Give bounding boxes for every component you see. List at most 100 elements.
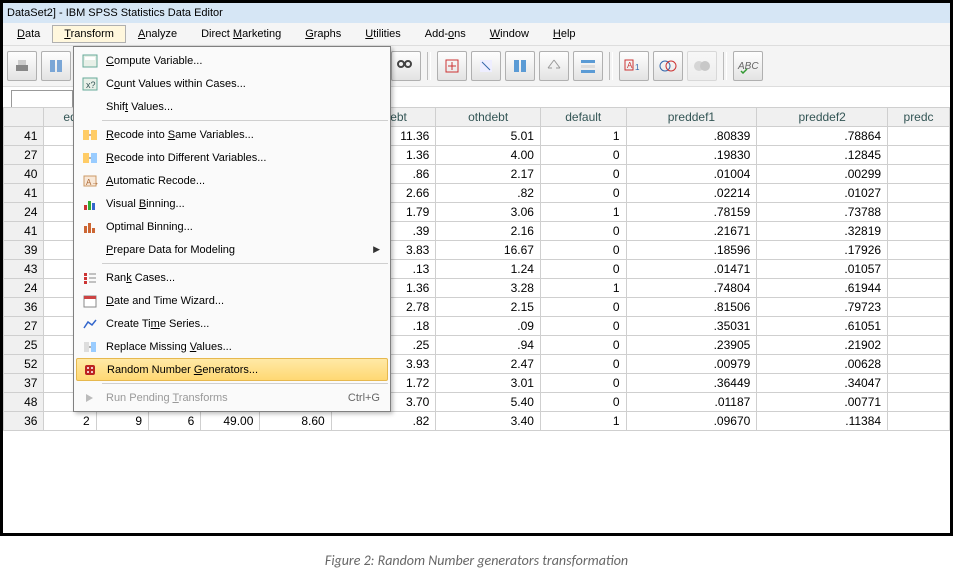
cell[interactable]: .00299 [757, 165, 888, 184]
cell[interactable] [888, 127, 950, 146]
toolbar-btn-use-sets[interactable] [653, 51, 683, 81]
cell[interactable]: 3.06 [436, 203, 541, 222]
cell[interactable]: .74804 [626, 279, 757, 298]
menu-addons[interactable]: Add-ons [413, 25, 478, 43]
cell[interactable]: 3.28 [436, 279, 541, 298]
cell[interactable]: .78864 [757, 127, 888, 146]
menu-data[interactable]: Data [5, 25, 52, 43]
cell[interactable] [888, 184, 950, 203]
cell[interactable]: 9 [96, 412, 148, 431]
cell[interactable] [888, 146, 950, 165]
row-header[interactable]: 25 [4, 336, 44, 355]
mi-count-values[interactable]: x? Count Values within Cases... [76, 72, 388, 95]
cell[interactable]: 0 [540, 298, 626, 317]
cell[interactable]: .00771 [757, 393, 888, 412]
toolbar-btn-weight[interactable] [539, 51, 569, 81]
cell[interactable] [888, 165, 950, 184]
cell[interactable]: .78159 [626, 203, 757, 222]
cell[interactable]: .36449 [626, 374, 757, 393]
table-row[interactable]: 3629649.008.60.823.401.09670.11384 [4, 412, 950, 431]
cell[interactable]: 3.40 [436, 412, 541, 431]
cell[interactable] [888, 222, 950, 241]
menu-graphs[interactable]: Graphs [293, 25, 353, 43]
toolbar-btn-print[interactable] [7, 51, 37, 81]
cell[interactable]: 5.40 [436, 393, 541, 412]
cell[interactable] [888, 393, 950, 412]
cell[interactable]: .82 [331, 412, 436, 431]
mi-compute-variable[interactable]: Compute Variable... [76, 49, 388, 72]
cell[interactable]: .61051 [757, 317, 888, 336]
menu-direct-marketing[interactable]: Direct Marketing [189, 25, 293, 43]
cell[interactable]: .82 [436, 184, 541, 203]
toolbar-btn-insert-case[interactable] [437, 51, 467, 81]
cell[interactable] [888, 279, 950, 298]
mi-shift-values[interactable]: Shift Values... [76, 95, 388, 118]
cell[interactable]: 16.67 [436, 241, 541, 260]
cell[interactable]: 0 [540, 260, 626, 279]
cell[interactable]: .09670 [626, 412, 757, 431]
cell[interactable]: .11384 [757, 412, 888, 431]
row-header[interactable]: 41 [4, 184, 44, 203]
menu-utilities[interactable]: Utilities [353, 25, 412, 43]
mi-optimal-binning[interactable]: Optimal Binning... [76, 215, 388, 238]
cell[interactable]: 1 [540, 412, 626, 431]
cell[interactable]: 5.01 [436, 127, 541, 146]
cell[interactable]: 1 [540, 127, 626, 146]
cell[interactable] [888, 374, 950, 393]
cell[interactable]: 0 [540, 222, 626, 241]
row-header[interactable]: 52 [4, 355, 44, 374]
cell[interactable]: 3.01 [436, 374, 541, 393]
mi-recode-same[interactable]: Recode into Same Variables... [76, 123, 388, 146]
toolbar-btn-spellcheck[interactable]: ABC [733, 51, 763, 81]
cell[interactable]: 0 [540, 336, 626, 355]
row-header[interactable]: 48 [4, 393, 44, 412]
cell[interactable]: 2.17 [436, 165, 541, 184]
cell[interactable]: .01057 [757, 260, 888, 279]
cell[interactable]: 49.00 [201, 412, 260, 431]
toolbar-btn-find[interactable] [391, 51, 421, 81]
goto-input[interactable] [11, 90, 73, 108]
cell[interactable] [888, 260, 950, 279]
toolbar-btn-show-all[interactable] [687, 51, 717, 81]
cell[interactable]: .02214 [626, 184, 757, 203]
row-header[interactable]: 40 [4, 165, 44, 184]
row-header[interactable]: 43 [4, 260, 44, 279]
cell[interactable]: .01004 [626, 165, 757, 184]
cell[interactable]: 0 [540, 184, 626, 203]
mi-recode-diff[interactable]: Recode into Different Variables... [76, 146, 388, 169]
cell[interactable]: .73788 [757, 203, 888, 222]
col-preddef2[interactable]: preddef2 [757, 108, 888, 127]
col-default[interactable]: default [540, 108, 626, 127]
menu-analyze[interactable]: Analyze [126, 25, 189, 43]
row-header[interactable]: 41 [4, 222, 44, 241]
mi-date-time[interactable]: Date and Time Wizard... [76, 289, 388, 312]
mi-random-number-generators[interactable]: Random Number Generators... [76, 358, 388, 381]
row-header[interactable]: 27 [4, 317, 44, 336]
cell[interactable] [888, 336, 950, 355]
cell[interactable]: 0 [540, 355, 626, 374]
col-preddef1[interactable]: preddef1 [626, 108, 757, 127]
row-header[interactable]: 37 [4, 374, 44, 393]
mi-replace-missing[interactable]: Replace Missing Values... [76, 335, 388, 358]
cell[interactable]: .01027 [757, 184, 888, 203]
cell[interactable]: .21671 [626, 222, 757, 241]
cell[interactable]: 1 [540, 203, 626, 222]
toolbar-btn-split[interactable] [505, 51, 535, 81]
cell[interactable]: .18596 [626, 241, 757, 260]
cell[interactable]: 1 [540, 279, 626, 298]
mi-prepare-data[interactable]: Prepare Data for Modeling ▶ [76, 238, 388, 261]
cell[interactable]: .00979 [626, 355, 757, 374]
row-header[interactable]: 27 [4, 146, 44, 165]
mi-auto-recode[interactable]: A→ Automatic Recode... [76, 169, 388, 192]
cell[interactable] [888, 355, 950, 374]
row-header[interactable]: 39 [4, 241, 44, 260]
cell[interactable]: 0 [540, 165, 626, 184]
cell[interactable] [888, 241, 950, 260]
cell[interactable]: .61944 [757, 279, 888, 298]
toolbar-btn-select[interactable] [573, 51, 603, 81]
row-header[interactable]: 36 [4, 412, 44, 431]
cell[interactable]: 0 [540, 393, 626, 412]
cell[interactable]: .09 [436, 317, 541, 336]
cell[interactable]: .21902 [757, 336, 888, 355]
row-header[interactable]: 36 [4, 298, 44, 317]
